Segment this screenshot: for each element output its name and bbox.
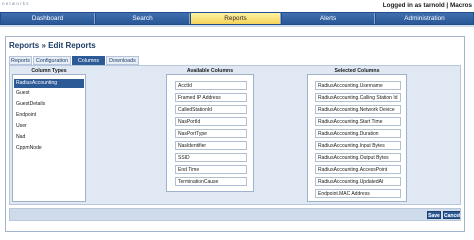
top-bar: networks Logged in as tarnold | Macros — [0, 0, 474, 11]
selected-column-item[interactable]: RadiusAccounting.Calling Station Id — [315, 93, 401, 102]
selected-column-item[interactable]: RadiusAccounting.Start Time — [315, 117, 401, 126]
nav-underline — [0, 25, 474, 27]
edit-reports-panel: Reports » Edit Reports Reports Configura… — [5, 36, 465, 232]
column-type-user[interactable]: User — [16, 122, 27, 131]
column-type-guest[interactable]: Guest — [16, 89, 30, 98]
selected-column-item[interactable]: RadiusAccounting.Network Device — [315, 105, 401, 114]
save-button[interactable]: Save — [427, 211, 441, 219]
tab-alerts[interactable]: Alerts — [282, 13, 375, 24]
available-column-item[interactable]: NasPortId — [175, 117, 247, 126]
selected-column-item[interactable]: RadiusAccounting.Username — [315, 81, 401, 90]
column-type-radiusaccounting[interactable]: RadiusAccounting — [14, 79, 84, 88]
column-type-endpoint[interactable]: Endpoint — [16, 111, 36, 120]
selected-column-item[interactable]: RadiusAccounting.UpdatedAt — [315, 177, 401, 186]
tab-reports[interactable]: Reports — [191, 13, 281, 24]
column-types-list[interactable]: RadiusAccounting Guest GuestDetails Endp… — [12, 74, 86, 202]
selected-column-item[interactable]: RadiusAccounting.Input Bytes — [315, 141, 401, 150]
tab-dashboard[interactable]: Dashboard — [1, 13, 95, 24]
login-status[interactable]: Logged in as tarnold | Macros — [383, 2, 472, 9]
available-column-item[interactable]: SSID — [175, 153, 247, 162]
available-columns-list[interactable]: AcctId Framed IP Address CalledStationId… — [166, 74, 254, 192]
brand-logo: networks — [2, 1, 30, 6]
selected-columns-list[interactable]: RadiusAccounting.Username RadiusAccounti… — [307, 74, 407, 202]
subtab-downloads[interactable]: Downloads — [106, 56, 139, 65]
column-type-cppmnode[interactable]: CppmNode — [16, 144, 42, 153]
subtab-columns[interactable]: Columns — [72, 56, 105, 65]
subtab-configuration[interactable]: Configuration — [33, 56, 71, 65]
available-column-item[interactable]: AcctId — [175, 81, 247, 90]
available-column-item[interactable]: TerminationCause — [175, 177, 247, 186]
selected-column-item[interactable]: RadiusAccounting.Duration — [315, 129, 401, 138]
available-column-item[interactable]: End Time — [175, 165, 247, 174]
tab-administration[interactable]: Administration — [376, 13, 473, 24]
selected-column-item[interactable]: RadiusAccounting.Output Bytes — [315, 153, 401, 162]
column-type-guestdetails[interactable]: GuestDetails — [16, 100, 45, 109]
columns-editor: Column Types Available Columns Selected … — [9, 65, 461, 205]
subtab-reports[interactable]: Reports — [9, 56, 32, 65]
selected-column-item[interactable]: Endpoint.MAC Address — [315, 189, 401, 198]
column-type-nad[interactable]: Nad — [16, 133, 25, 142]
available-column-item[interactable]: NasPortType — [175, 129, 247, 138]
selected-column-item[interactable]: RadiusAccounting.AccessPoint — [315, 165, 401, 174]
page-title: Reports » Edit Reports — [9, 41, 96, 50]
tab-search[interactable]: Search — [96, 13, 190, 24]
available-column-item[interactable]: CalledStationId — [175, 105, 247, 114]
action-bar: Save Cancel — [9, 208, 461, 221]
cancel-button[interactable]: Cancel — [443, 211, 460, 219]
available-column-item[interactable]: Framed IP Address — [175, 93, 247, 102]
available-column-item[interactable]: NasIdentifier — [175, 141, 247, 150]
main-nav: Dashboard Search Reports Alerts Administ… — [0, 12, 474, 25]
